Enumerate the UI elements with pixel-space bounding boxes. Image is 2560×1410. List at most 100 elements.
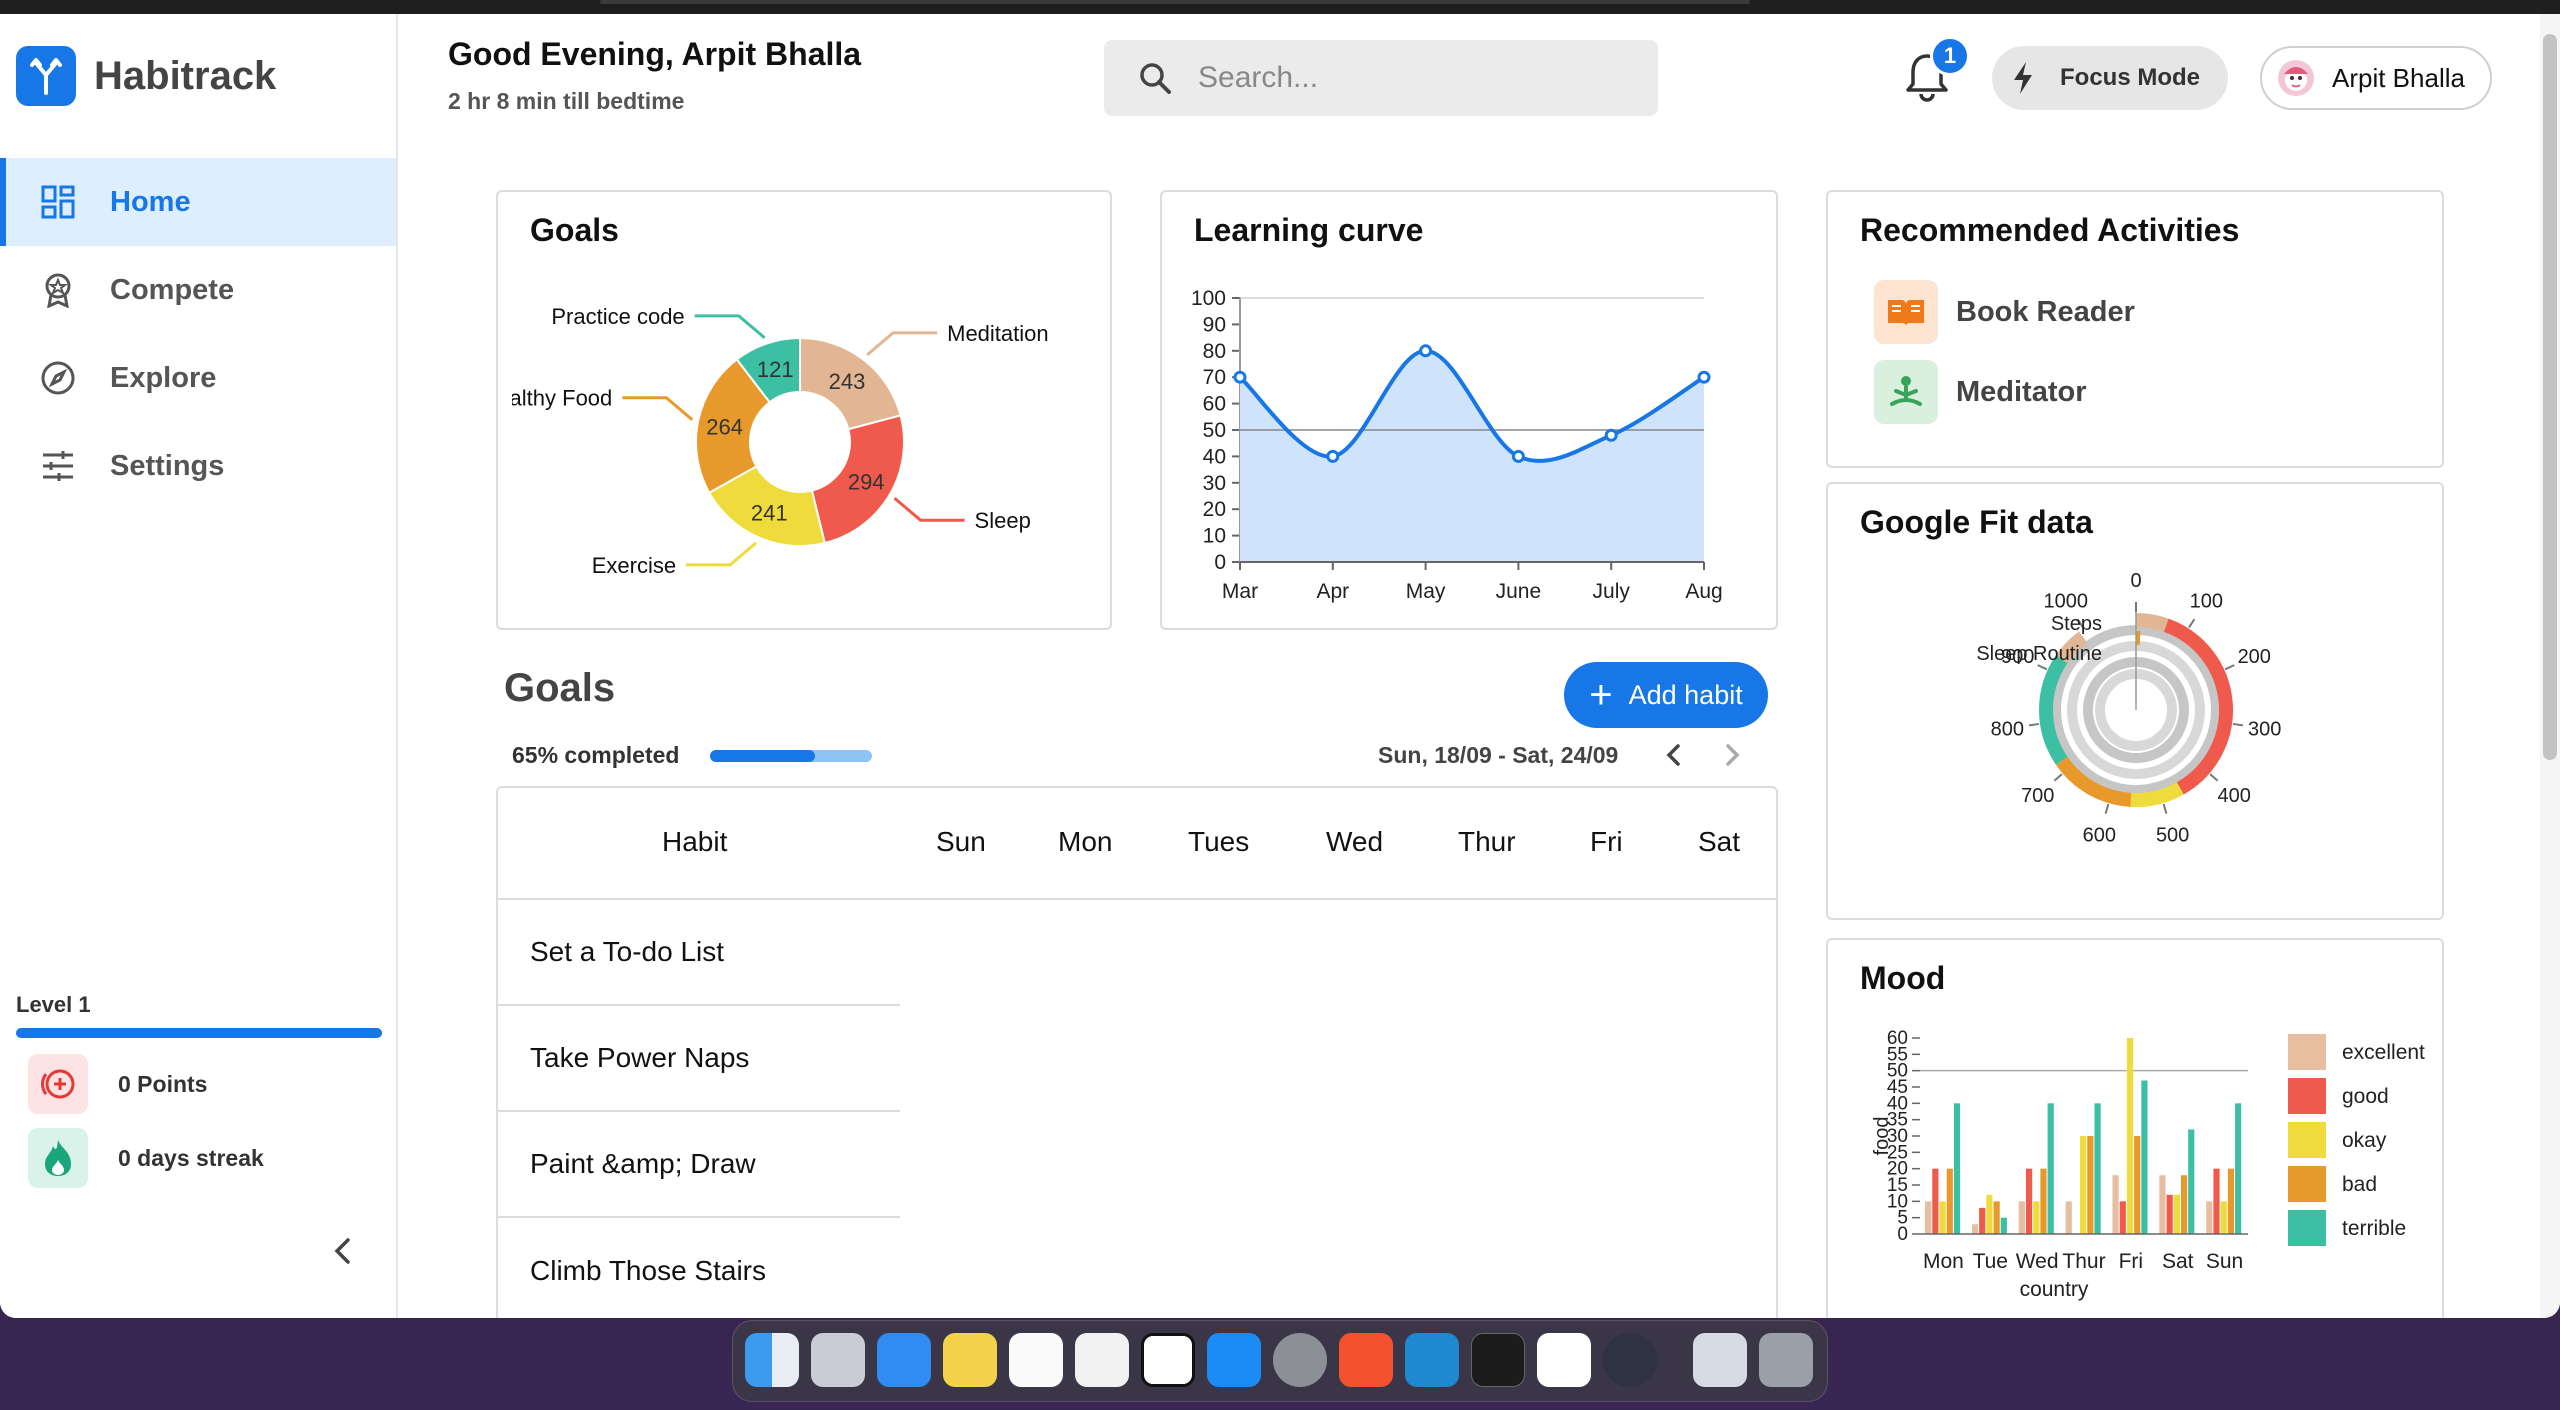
y-tick-label: 50 (1203, 419, 1226, 442)
x-tick-label: Sun (2206, 1250, 2243, 1273)
radial-tick-label: 800 (1991, 719, 2024, 741)
donut-leader-line (694, 314, 766, 339)
column-header-thur: Thur (1458, 826, 1516, 857)
scrollbar-thumb[interactable] (2543, 34, 2557, 760)
next-week-chevron-icon[interactable] (1718, 740, 1746, 770)
x-tick-label: Mar (1222, 580, 1258, 603)
donut-slice-label: Exercise (592, 553, 676, 578)
y-tick-label: 60 (1203, 393, 1226, 416)
brave-browser-icon[interactable] (1339, 1333, 1393, 1387)
downloads-folder-icon[interactable] (1693, 1333, 1747, 1387)
notes-icon[interactable] (943, 1333, 997, 1387)
search-bar[interactable] (1104, 40, 1658, 116)
mail-icon[interactable] (877, 1333, 931, 1387)
activity-meditator[interactable]: Meditator (1874, 360, 2087, 424)
compass-icon (40, 360, 76, 396)
x-tick-label: Aug (1685, 580, 1722, 603)
mood-bar (2087, 1136, 2094, 1234)
recommended-activities-card: Recommended Activities Book Reader Medit… (1826, 190, 2444, 468)
radial-tick-label: 400 (2218, 785, 2251, 807)
x-tick-label: July (1593, 580, 1631, 603)
habit-name: Paint &amp; Draw (530, 1148, 756, 1179)
sidebar-item-label: Compete (110, 273, 235, 306)
column-header-sun: Sun (936, 826, 986, 857)
radial-tick (2162, 803, 2168, 814)
notion-icon[interactable] (1141, 1333, 1195, 1387)
add-habit-button[interactable]: + Add habit (1564, 662, 1768, 728)
mood-card: Mood 0 5 10 15 20 25 30 35 40 45 50 55 60 food Mon Tue W… (1826, 938, 2444, 1318)
series-label-sleep-routine: Sleep Routine (1976, 643, 2102, 665)
x-tick-label: Fri (2119, 1250, 2144, 1273)
y-tick-label: 40 (1203, 445, 1226, 468)
mood-bar (2040, 1168, 2047, 1234)
mood-bar (1932, 1168, 1939, 1234)
add-habit-label: Add habit (1628, 679, 1743, 710)
calendar-icon[interactable] (1009, 1333, 1063, 1387)
finder-icon[interactable] (745, 1333, 799, 1387)
y-tick-label: 100 (1191, 287, 1226, 310)
collapse-sidebar-button[interactable] (326, 1234, 360, 1268)
app-store-icon[interactable] (1207, 1333, 1261, 1387)
search-input[interactable] (1198, 61, 1638, 95)
mood-bar (2159, 1175, 2166, 1234)
system-preferences-icon[interactable] (1273, 1333, 1327, 1387)
points-label: 0 Points (118, 1070, 208, 1097)
mood-bar (1946, 1168, 1953, 1234)
sidebar-item-compete[interactable]: Compete (0, 246, 396, 334)
terminal-icon[interactable] (1471, 1333, 1525, 1387)
column-header-sat: Sat (1698, 826, 1741, 857)
mood-bar (2126, 1038, 2134, 1234)
reminders-icon[interactable] (1075, 1333, 1129, 1387)
chevron-left-icon (334, 1238, 350, 1264)
donut-slice-value: 243 (829, 369, 866, 394)
meditation-icon (1874, 360, 1938, 424)
focus-mode-button[interactable]: Focus Mode (1992, 46, 2228, 110)
page-scrollbar[interactable] (2540, 14, 2560, 1318)
app-window: Habitrack Home Compete Explore Settings (0, 14, 2560, 1318)
donut-slice-label: Practice code (551, 304, 684, 329)
donut-slice-value: 294 (848, 469, 885, 494)
y-tick-label: 10 (1203, 525, 1226, 548)
points-icon (28, 1054, 88, 1114)
trash-icon[interactable] (1759, 1333, 1813, 1387)
previous-week-chevron-icon[interactable] (1660, 740, 1688, 770)
sidebar-item-explore[interactable]: Explore (0, 334, 396, 422)
sidebar-item-settings[interactable]: Settings (0, 422, 396, 510)
streak-label: 0 days streak (118, 1144, 264, 1171)
mood-bar (2094, 1103, 2101, 1234)
x-tick-label: Tue (1973, 1250, 2008, 1273)
radial-tick-label: 0 (2130, 570, 2141, 592)
avatar (2278, 60, 2314, 96)
radial-tick (2053, 773, 2063, 782)
streak-stat: 0 days streak (28, 1128, 264, 1188)
habit-row[interactable]: Climb Those Stairs (498, 1218, 900, 1318)
legend-label: excellent (2342, 1041, 2425, 1064)
sliders-icon (40, 448, 76, 484)
goals-chart-card: Goals 121 Practice code 243 Meditation 294 Sl… (496, 190, 1112, 630)
radial-tick (2104, 803, 2110, 814)
habit-row[interactable]: Take Power Naps (498, 1006, 900, 1112)
mood-bar (2033, 1201, 2040, 1234)
habit-row[interactable]: Set a To-do List (498, 900, 900, 1006)
vscode-icon[interactable] (1405, 1333, 1459, 1387)
electron-icon[interactable] (1603, 1333, 1657, 1387)
slack-icon[interactable] (1537, 1333, 1591, 1387)
level-label: Level 1 (16, 992, 91, 1017)
activity-book-reader[interactable]: Book Reader (1874, 280, 2135, 344)
data-point (1604, 428, 1618, 442)
radial-tick-label: 700 (2021, 785, 2054, 807)
habit-row[interactable]: Paint &amp; Draw (498, 1112, 900, 1218)
legend-swatch (2288, 1078, 2326, 1114)
brand[interactable]: Habitrack (16, 46, 276, 106)
mood-bar (2025, 1168, 2033, 1234)
sidebar: Habitrack Home Compete Explore Settings (0, 14, 398, 1318)
user-profile-button[interactable]: Arpit Bhalla (2260, 46, 2492, 110)
mood-bar (2080, 1136, 2087, 1234)
legend-label: bad (2342, 1173, 2377, 1196)
x-tick-label: June (1496, 580, 1542, 603)
sidebar-item-home[interactable]: Home (0, 158, 396, 246)
launchpad-icon[interactable] (811, 1333, 865, 1387)
app-name: Habitrack (94, 53, 277, 98)
column-header-habit: Habit (662, 826, 728, 857)
sidebar-item-label: Explore (110, 361, 217, 394)
